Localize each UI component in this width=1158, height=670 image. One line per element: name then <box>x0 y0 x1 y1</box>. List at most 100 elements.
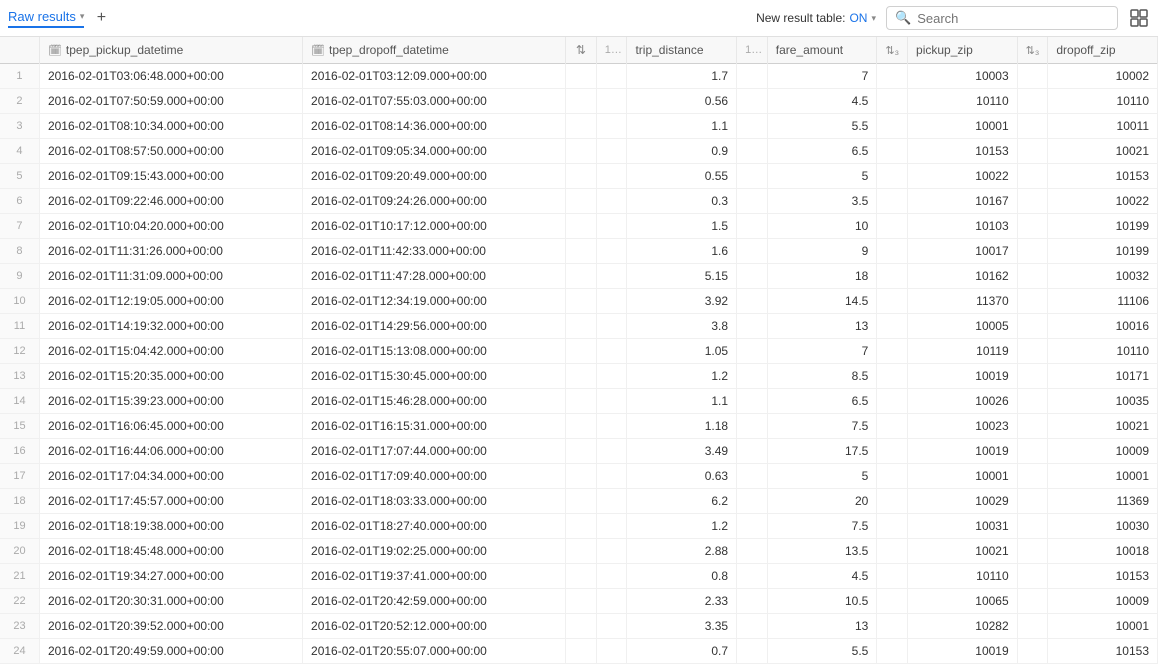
raw-results-button[interactable]: Raw results ▾ <box>8 9 84 28</box>
cell-dropoff-zip: 10153 <box>1048 639 1158 664</box>
cell-pickup-zip: 10003 <box>908 64 1018 89</box>
sort-icon: ⇅ <box>576 43 586 57</box>
cell-dropoff-zip: 10030 <box>1048 514 1158 539</box>
cell-sort-empty <box>566 589 597 614</box>
cell-dropoff-zip-icon-empty <box>1017 614 1048 639</box>
col-header-pickup-datetime[interactable]: 🗓 tpep_pickup_datetime <box>39 37 302 64</box>
cell-dist-type-empty <box>596 114 627 139</box>
cell-trip-distance: 0.55 <box>627 164 737 189</box>
col-header-dropoff-zip[interactable]: dropoff_zip <box>1048 37 1158 64</box>
toolbar: Raw results ▾ + New result table: ON ▾ 🔍 <box>0 0 1158 37</box>
dropoff-zip-sort-icon: ⇅₃ <box>1026 45 1040 57</box>
cell-rownum: 9 <box>0 264 39 289</box>
search-input[interactable] <box>917 11 1109 26</box>
cell-trip-distance: 1.5 <box>627 214 737 239</box>
table-row: 21 2016-02-01T19:34:27.000+00:00 2016-02… <box>0 564 1158 589</box>
cell-fare-amount: 18 <box>767 264 877 289</box>
cell-pickup-zip-icon-empty <box>877 139 908 164</box>
add-tab-button[interactable]: + <box>90 7 112 29</box>
cell-dropoff-datetime: 2016-02-01T20:42:59.000+00:00 <box>303 589 566 614</box>
table-header-row: 🗓 tpep_pickup_datetime 🗓 tpep_dropoff_da… <box>0 37 1158 64</box>
cell-fare-type-empty <box>737 164 768 189</box>
cell-rownum: 5 <box>0 164 39 189</box>
table-row: 7 2016-02-01T10:04:20.000+00:00 2016-02-… <box>0 214 1158 239</box>
cell-dropoff-datetime: 2016-02-01T11:47:28.000+00:00 <box>303 264 566 289</box>
cell-sort-empty <box>566 189 597 214</box>
cell-dist-type-empty <box>596 539 627 564</box>
cell-pickup-datetime: 2016-02-01T20:49:59.000+00:00 <box>39 639 302 664</box>
cell-sort-empty <box>566 89 597 114</box>
cell-sort-empty <box>566 489 597 514</box>
cell-trip-distance: 5.15 <box>627 264 737 289</box>
col-header-pickup-zip-icon[interactable]: ⇅₃ <box>877 37 908 64</box>
table-row: 9 2016-02-01T11:31:09.000+00:00 2016-02-… <box>0 264 1158 289</box>
cell-fare-amount: 5 <box>767 464 877 489</box>
col-header-trip-distance[interactable]: trip_distance <box>627 37 737 64</box>
cell-pickup-zip: 10001 <box>908 464 1018 489</box>
cell-pickup-zip-icon-empty <box>877 89 908 114</box>
cell-sort-empty <box>566 214 597 239</box>
cell-pickup-zip-icon-empty <box>877 239 908 264</box>
layout-icon <box>1130 9 1148 27</box>
data-table: 🗓 tpep_pickup_datetime 🗓 tpep_dropoff_da… <box>0 37 1158 664</box>
cell-pickup-zip-icon-empty <box>877 339 908 364</box>
cell-fare-amount: 4.5 <box>767 89 877 114</box>
search-box[interactable]: 🔍 <box>886 6 1118 30</box>
cell-sort-empty <box>566 164 597 189</box>
cell-dropoff-zip-icon-empty <box>1017 114 1048 139</box>
cell-trip-distance: 0.3 <box>627 189 737 214</box>
cell-dropoff-zip-icon-empty <box>1017 464 1048 489</box>
cell-dropoff-zip: 10153 <box>1048 164 1158 189</box>
cell-pickup-zip: 10023 <box>908 414 1018 439</box>
col-header-dropoff-zip-icon[interactable]: ⇅₃ <box>1017 37 1048 64</box>
cell-dropoff-datetime: 2016-02-01T03:12:09.000+00:00 <box>303 64 566 89</box>
table-row: 16 2016-02-01T16:44:06.000+00:00 2016-02… <box>0 439 1158 464</box>
cell-sort-empty <box>566 64 597 89</box>
layout-toggle-button[interactable] <box>1128 7 1150 29</box>
cell-pickup-zip-icon-empty <box>877 639 908 664</box>
new-result-table-toggle[interactable]: New result table: ON ▾ <box>756 11 876 25</box>
cell-dist-type-empty <box>596 314 627 339</box>
cell-pickup-datetime: 2016-02-01T09:22:46.000+00:00 <box>39 189 302 214</box>
col-header-pickup-zip[interactable]: pickup_zip <box>908 37 1018 64</box>
cell-pickup-datetime: 2016-02-01T19:34:27.000+00:00 <box>39 564 302 589</box>
cell-fare-type-empty <box>737 239 768 264</box>
cell-dropoff-zip-icon-empty <box>1017 389 1048 414</box>
cell-pickup-zip: 10153 <box>908 139 1018 164</box>
cell-pickup-zip-icon-empty <box>877 214 908 239</box>
cell-dropoff-zip: 11369 <box>1048 489 1158 514</box>
cell-dist-type-empty <box>596 239 627 264</box>
cell-dropoff-zip-icon-empty <box>1017 64 1048 89</box>
cell-sort-empty <box>566 264 597 289</box>
cell-dropoff-zip: 10011 <box>1048 114 1158 139</box>
cell-fare-amount: 13.5 <box>767 539 877 564</box>
cell-pickup-zip: 10103 <box>908 214 1018 239</box>
cell-dropoff-zip: 10110 <box>1048 89 1158 114</box>
cell-rownum: 20 <box>0 539 39 564</box>
col-header-sort[interactable]: ⇅ <box>566 37 597 64</box>
cell-dropoff-zip-icon-empty <box>1017 514 1048 539</box>
cell-trip-distance: 2.88 <box>627 539 737 564</box>
cell-dropoff-zip: 10153 <box>1048 564 1158 589</box>
cell-fare-amount: 8.5 <box>767 364 877 389</box>
cell-pickup-zip-icon-empty <box>877 514 908 539</box>
cell-rownum: 7 <box>0 214 39 239</box>
cell-fare-type-empty <box>737 389 768 414</box>
cell-pickup-datetime: 2016-02-01T17:04:34.000+00:00 <box>39 464 302 489</box>
cell-dropoff-datetime: 2016-02-01T17:09:40.000+00:00 <box>303 464 566 489</box>
col-label-dropoff: tpep_dropoff_datetime <box>329 43 449 57</box>
col-header-dropoff-datetime[interactable]: 🗓 tpep_dropoff_datetime <box>303 37 566 64</box>
cell-pickup-zip: 10017 <box>908 239 1018 264</box>
cell-dropoff-zip-icon-empty <box>1017 214 1048 239</box>
data-table-container: 🗓 tpep_pickup_datetime 🗓 tpep_dropoff_da… <box>0 37 1158 670</box>
table-row: 11 2016-02-01T14:19:32.000+00:00 2016-02… <box>0 314 1158 339</box>
cell-pickup-datetime: 2016-02-01T16:44:06.000+00:00 <box>39 439 302 464</box>
cell-pickup-datetime: 2016-02-01T10:04:20.000+00:00 <box>39 214 302 239</box>
cell-pickup-zip-icon-empty <box>877 464 908 489</box>
cell-trip-distance: 1.05 <box>627 339 737 364</box>
cell-dist-type-empty <box>596 264 627 289</box>
cell-pickup-zip-icon-empty <box>877 489 908 514</box>
cell-fare-amount: 5 <box>767 164 877 189</box>
cell-fare-type-empty <box>737 539 768 564</box>
col-header-fare-amount[interactable]: fare_amount <box>767 37 877 64</box>
